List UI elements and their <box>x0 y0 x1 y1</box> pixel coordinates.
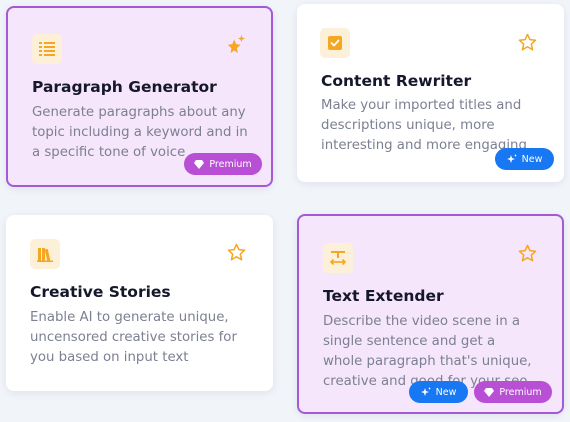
tool-card-paragraph-generator[interactable]: Paragraph Generator Generate paragraphs … <box>6 6 273 187</box>
sparkles-icon <box>506 154 517 163</box>
diamond-icon <box>484 387 495 397</box>
text-expand-icon <box>323 243 353 273</box>
card-title: Paragraph Generator <box>32 78 217 96</box>
card-description: Describe the video scene in a single sen… <box>323 314 532 389</box>
sparkle-star-icon[interactable] <box>226 34 246 54</box>
star-outline-icon[interactable] <box>517 32 537 52</box>
checkbox-icon <box>320 28 350 58</box>
badge-label: Premium <box>209 158 252 170</box>
books-icon <box>30 239 60 269</box>
tool-card-content-rewriter[interactable]: Content Rewriter Make your imported titl… <box>297 4 564 182</box>
star-outline-icon[interactable] <box>517 243 537 263</box>
diamond-icon <box>194 159 205 169</box>
card-title: Text Extender <box>323 287 444 305</box>
premium-badge: Premium <box>184 153 262 175</box>
new-badge: New <box>409 381 468 403</box>
paragraph-lines-icon <box>32 34 62 64</box>
card-title: Creative Stories <box>30 283 171 301</box>
sparkles-icon <box>420 387 431 396</box>
card-title: Content Rewriter <box>321 72 472 90</box>
tool-card-creative-stories[interactable]: Creative Stories Enable AI to generate u… <box>6 215 273 391</box>
premium-badge: Premium <box>474 381 552 403</box>
badge-label: New <box>435 386 457 398</box>
new-badge: New <box>495 148 554 170</box>
tool-card-text-extender[interactable]: Text Extender Describe the video scene i… <box>297 214 564 414</box>
card-description: Enable AI to generate unique, uncensored… <box>30 310 237 365</box>
card-description: Make your imported titles and descriptio… <box>321 98 527 153</box>
star-outline-icon[interactable] <box>226 242 246 262</box>
badge-label: Premium <box>499 386 542 398</box>
badge-label: New <box>521 153 543 165</box>
